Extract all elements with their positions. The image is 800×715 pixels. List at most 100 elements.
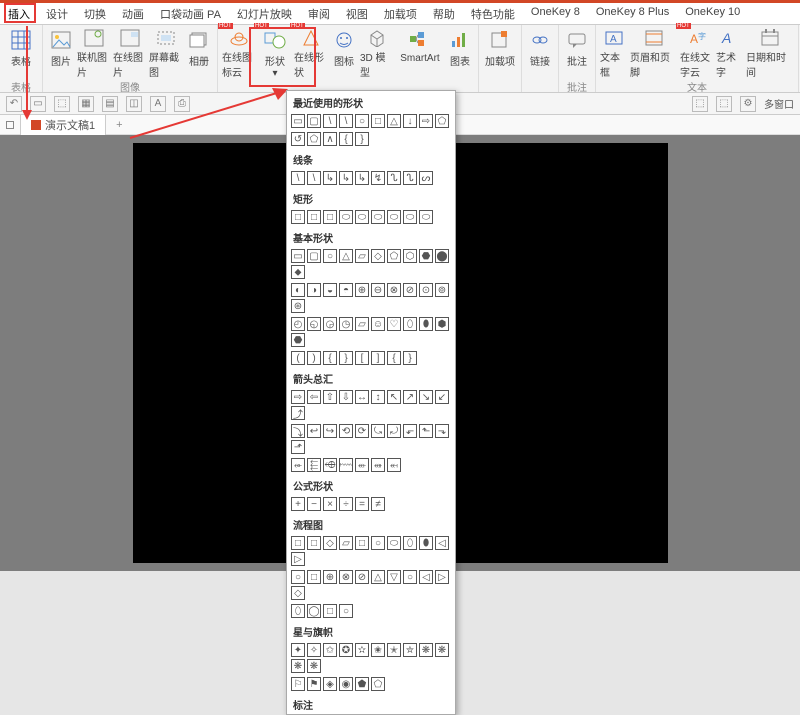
shape-item[interactable]: ⬮ xyxy=(419,536,433,550)
shape-item[interactable]: ❋ xyxy=(291,659,305,673)
shape-item[interactable]: ◇ xyxy=(371,249,385,263)
shape-item[interactable]: ◵ xyxy=(307,317,321,331)
shape-item[interactable]: □ xyxy=(307,536,321,550)
shape-item[interactable]: ◁ xyxy=(419,570,433,584)
shape-item[interactable]: ◈ xyxy=(323,677,337,691)
shape-item[interactable]: ⤿ xyxy=(371,424,385,438)
shape-item[interactable]: ⬐ xyxy=(403,424,417,438)
shape-item[interactable]: ↺ xyxy=(291,132,305,146)
shape-item[interactable]: { xyxy=(387,351,401,365)
qa-icon[interactable]: ⬚ xyxy=(716,96,732,112)
shape-item[interactable]: ◴ xyxy=(291,317,305,331)
shape-item[interactable]: ✭ xyxy=(387,643,401,657)
shape-item[interactable]: ✦ xyxy=(291,643,305,657)
shape-item[interactable]: ○ xyxy=(291,570,305,584)
shape-item[interactable]: ⊕ xyxy=(323,570,337,584)
tab-onekey8plus[interactable]: OneKey 8 Plus xyxy=(588,3,677,24)
tab-pa[interactable]: 口袋动画 PA xyxy=(152,3,229,24)
shape-item[interactable]: ◁ xyxy=(435,536,449,550)
shape-item[interactable]: ⬡ xyxy=(403,249,417,263)
shape-item[interactable]: ◇ xyxy=(291,586,305,600)
shape-item[interactable]: ◇ xyxy=(323,536,337,550)
shape-item[interactable]: ○ xyxy=(355,114,369,128)
new-tab-button[interactable]: + xyxy=(106,119,132,131)
shape-item[interactable]: ⚑ xyxy=(307,677,321,691)
qa-icon[interactable]: ◫ xyxy=(126,96,142,112)
shape-item[interactable]: ◓ xyxy=(339,283,353,297)
shape-item[interactable]: △ xyxy=(387,114,401,128)
shape-item[interactable]: ⚐ xyxy=(291,677,305,691)
shape-item[interactable]: ↳ xyxy=(355,171,369,185)
shape-item[interactable]: ᔐ xyxy=(387,171,401,185)
btn-picture[interactable]: 图片 xyxy=(47,27,75,79)
btn-wordart[interactable]: A艺术字 xyxy=(716,27,744,79)
btn-header-footer[interactable]: 页眉和页脚 xyxy=(630,27,678,79)
shape-item[interactable]: ⇨ xyxy=(419,114,433,128)
qa-icon[interactable]: ⎙ xyxy=(174,96,190,112)
tab-insert[interactable]: 插入 xyxy=(0,3,38,24)
btn-online-image[interactable]: 在线图片 xyxy=(113,27,147,79)
shape-item[interactable]: ⊘ xyxy=(403,283,417,297)
shape-item[interactable]: ▷ xyxy=(291,552,305,566)
shape-item[interactable]: ⤵ xyxy=(291,424,305,438)
shape-item[interactable]: ▭ xyxy=(291,249,305,263)
shape-item[interactable]: \ xyxy=(291,171,305,185)
shape-item[interactable]: ↩ xyxy=(307,424,321,438)
shape-item[interactable]: □ xyxy=(323,604,337,618)
shape-item[interactable]: ⬠ xyxy=(387,249,401,263)
shape-item[interactable]: \ xyxy=(307,171,321,185)
shape-item[interactable]: ⬯ xyxy=(403,536,417,550)
tab-addins[interactable]: 加载项 xyxy=(376,3,425,24)
shape-item[interactable]: ▽ xyxy=(387,570,401,584)
shape-item[interactable]: ↕ xyxy=(371,390,385,404)
shape-item[interactable]: ⤴ xyxy=(291,406,305,420)
shape-item[interactable]: ↯ xyxy=(371,171,385,185)
shape-item[interactable]: ♡ xyxy=(387,317,401,331)
shape-item[interactable]: ⊚ xyxy=(435,283,449,297)
btn-datetime[interactable]: 日期和时间 xyxy=(746,27,794,79)
shape-item[interactable]: ⊘ xyxy=(355,570,369,584)
shape-item[interactable]: ○ xyxy=(371,536,385,550)
shape-item[interactable]: ✮ xyxy=(403,643,417,657)
shape-item[interactable]: ⬯ xyxy=(291,604,305,618)
shape-item[interactable]: ◑ xyxy=(307,283,321,297)
shape-item[interactable]: □ xyxy=(291,536,305,550)
shape-item[interactable]: ↗ xyxy=(403,390,417,404)
shape-item[interactable]: ❋ xyxy=(419,643,433,657)
shape-item[interactable]: ⬭ xyxy=(339,210,353,224)
shape-item[interactable]: ≠ xyxy=(371,497,385,511)
btn-icons[interactable]: 图标 xyxy=(330,27,358,79)
btn-shapes[interactable]: 形状▾ xyxy=(258,27,292,79)
shape-item[interactable]: } xyxy=(339,351,353,365)
shape-item[interactable]: ⬭ xyxy=(387,210,401,224)
btn-table[interactable]: 表格 xyxy=(4,27,38,79)
shape-item[interactable]: ⇨ xyxy=(291,390,305,404)
shape-item[interactable]: ᔕ xyxy=(419,171,433,185)
qa-icon[interactable]: ⬚ xyxy=(692,96,708,112)
shape-item[interactable]: ⬭ xyxy=(355,210,369,224)
shape-item[interactable]: ⟲ xyxy=(339,424,353,438)
tab-help[interactable]: 帮助 xyxy=(425,3,463,24)
shape-item[interactable]: ⊕ xyxy=(355,283,369,297)
shape-item[interactable]: ᔐ xyxy=(403,171,417,185)
shape-item[interactable]: ✬ xyxy=(371,643,385,657)
shape-item[interactable]: ⬢ xyxy=(435,317,449,331)
qa-icon[interactable]: ⚙ xyxy=(740,96,756,112)
shape-item[interactable]: ⬲ xyxy=(323,458,337,472)
shape-item[interactable]: ✧ xyxy=(307,643,321,657)
shape-item[interactable]: ⬣ xyxy=(419,249,433,263)
shape-item[interactable]: ⬵ xyxy=(371,458,385,472)
shape-item[interactable]: ⬶ xyxy=(387,458,401,472)
qa-icon[interactable]: ▤ xyxy=(102,96,118,112)
shape-item[interactable]: ⊙ xyxy=(419,283,433,297)
shape-item[interactable]: ◯ xyxy=(307,604,321,618)
btn-textbox[interactable]: A文本框 xyxy=(600,27,628,79)
shape-item[interactable]: ⬱ xyxy=(307,458,321,472)
btn-album[interactable]: 相册 xyxy=(185,27,213,79)
shape-item[interactable]: [ xyxy=(355,351,369,365)
tab-special[interactable]: 特色功能 xyxy=(463,3,523,24)
shape-item[interactable]: ⇩ xyxy=(339,390,353,404)
shape-item[interactable]: ) xyxy=(307,351,321,365)
shape-item[interactable]: ] xyxy=(371,351,385,365)
shape-item[interactable]: ⬭ xyxy=(419,210,433,224)
